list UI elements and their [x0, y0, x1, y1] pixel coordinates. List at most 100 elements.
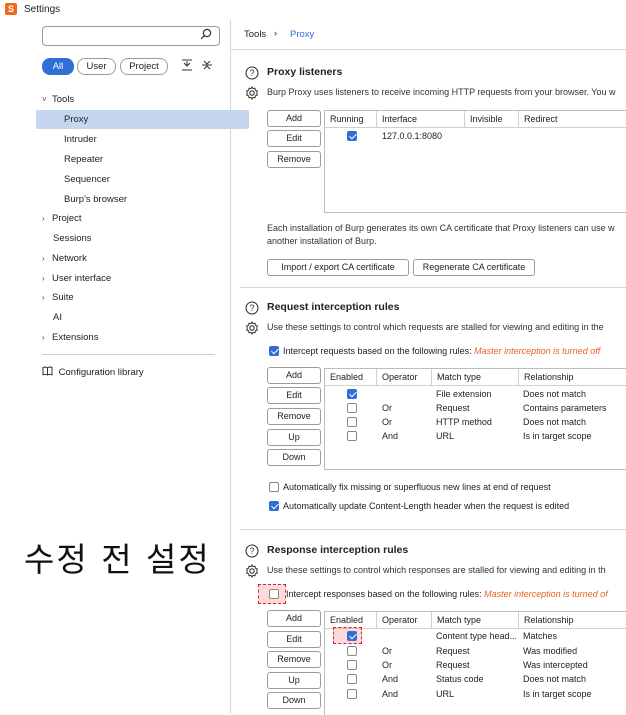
import-export-ca-button[interactable]: Import / export CA certificate [267, 259, 409, 276]
table-cell-relationship: Does not match [523, 674, 587, 684]
proxy-listeners-title: Proxy listeners [267, 66, 343, 78]
edit-listener-button[interactable]: Edit [267, 130, 321, 147]
title-bar [0, 0, 626, 20]
chevron-right-icon: › [42, 333, 45, 342]
breadcrumb-tools[interactable]: Tools [244, 29, 266, 40]
filter-all-button[interactable]: All [42, 58, 74, 75]
column-header[interactable]: Interface [377, 111, 464, 127]
auto-update-content-length-checkbox[interactable] [269, 501, 279, 511]
search-input[interactable] [42, 26, 220, 46]
breadcrumb-proxy[interactable]: Proxy [290, 29, 314, 40]
collapse-all-icon[interactable] [200, 58, 214, 72]
table-cell-operator: Or [382, 417, 392, 427]
section-divider [240, 287, 626, 288]
sidebar-item-suite[interactable]: › Suite [36, 288, 227, 307]
table-cell-operator: And [382, 689, 399, 699]
gear-icon[interactable] [245, 86, 259, 100]
table-cell-match-type: HTTP method [436, 417, 492, 427]
response-rules-title: Response interception rules [267, 544, 409, 556]
column-header[interactable]: Invisible [465, 111, 518, 127]
search-icon[interactable] [200, 28, 212, 40]
filter-project-button[interactable]: Project [120, 58, 168, 75]
help-icon[interactable]: ? [245, 66, 259, 80]
table-cell-operator: And [382, 431, 399, 441]
move-up-button[interactable]: Up [267, 429, 321, 446]
edit-rule-button[interactable]: Edit [267, 631, 321, 648]
help-icon[interactable]: ? [245, 544, 259, 558]
add-listener-button[interactable]: Add [267, 110, 321, 127]
sidebar-item-project[interactable]: › Project [36, 209, 227, 228]
enabled-checkbox[interactable] [347, 389, 357, 399]
enabled-checkbox[interactable] [347, 674, 357, 684]
enabled-checkbox[interactable] [347, 646, 357, 656]
table-cell-relationship: Contains parameters [523, 403, 607, 413]
gear-icon[interactable] [245, 321, 259, 335]
sidebar-item-label: Project [52, 213, 82, 224]
move-down-button[interactable]: Down [267, 692, 321, 709]
enabled-checkbox[interactable] [347, 403, 357, 413]
enabled-checkbox[interactable] [347, 660, 357, 670]
chevron-down-icon: ˅ [42, 95, 47, 104]
column-header[interactable]: Redirect [519, 111, 626, 127]
sidebar-item-sessions[interactable]: Sessions [36, 229, 238, 248]
column-header[interactable]: Running [325, 111, 376, 127]
remove-rule-button[interactable]: Remove [267, 651, 321, 668]
remove-listener-button[interactable]: Remove [267, 151, 321, 168]
expand-all-icon[interactable] [180, 58, 194, 72]
section-divider [240, 529, 626, 530]
remove-rule-button[interactable]: Remove [267, 408, 321, 425]
add-rule-button[interactable]: Add [267, 367, 321, 384]
column-header[interactable]: Operator [377, 612, 431, 628]
sidebar-item-intruder[interactable]: Intruder [36, 130, 249, 149]
sidebar-item-network[interactable]: › Network [36, 249, 227, 268]
window-title: Settings [24, 4, 61, 15]
move-down-button[interactable]: Down [267, 449, 321, 466]
request-rules-title: Request interception rules [267, 301, 400, 313]
column-header[interactable]: Match type [432, 612, 518, 628]
regenerate-ca-button[interactable]: Regenerate CA certificate [413, 259, 535, 276]
configuration-library-link[interactable]: Configuration library [42, 366, 144, 378]
column-header[interactable]: Relationship [519, 369, 626, 385]
edit-rule-button[interactable]: Edit [267, 387, 321, 404]
enabled-checkbox[interactable] [347, 631, 357, 641]
help-icon[interactable]: ? [245, 301, 259, 315]
response-rules-description: Use these settings to control which resp… [267, 565, 606, 575]
sidebar-item-sequencer[interactable]: Sequencer [36, 170, 249, 189]
enabled-checkbox[interactable] [347, 431, 357, 441]
sidebar-item-extensions[interactable]: › Extensions [36, 328, 227, 347]
enabled-checkbox[interactable] [347, 689, 357, 699]
intercept-responses-checkbox[interactable] [269, 589, 279, 599]
sidebar-item-label: User interface [52, 273, 112, 284]
column-header[interactable]: Enabled [325, 369, 376, 385]
ca-description-line2: another installation of Burp. [267, 236, 377, 246]
sidebar-item-proxy[interactable]: Proxy [36, 110, 249, 129]
enabled-checkbox[interactable] [347, 417, 357, 427]
column-header[interactable]: Enabled [325, 612, 376, 628]
annotation-caption: 수정 전 설정 [24, 540, 211, 579]
sidebar-item-ai[interactable]: AI [36, 308, 238, 327]
svg-text:?: ? [249, 546, 254, 556]
sidebar-item-label: Intruder [64, 134, 97, 145]
table-cell-match-type: URL [436, 431, 455, 441]
sidebar-item-user-interface[interactable]: › User interface [36, 269, 227, 288]
intercept-requests-checkbox[interactable] [269, 346, 279, 356]
intercept-responses-label: Intercept responses based on the followi… [286, 589, 608, 599]
sidebar-item-burps-browser[interactable]: Burp's browser [36, 190, 249, 209]
column-header[interactable]: Operator [377, 369, 431, 385]
column-header[interactable]: Relationship [519, 612, 626, 628]
gear-icon[interactable] [245, 564, 259, 578]
proxy-listeners-table: Running Interface Invisible Redirect 127… [324, 110, 626, 213]
running-checkbox[interactable] [347, 131, 357, 141]
move-up-button[interactable]: Up [267, 672, 321, 689]
add-rule-button[interactable]: Add [267, 610, 321, 627]
svg-text:?: ? [249, 68, 254, 78]
chevron-right-icon: › [42, 274, 45, 283]
sidebar-item-label: Proxy [64, 114, 89, 125]
chevron-right-icon: › [42, 214, 45, 223]
auto-fix-newlines-checkbox[interactable] [269, 482, 279, 492]
sidebar-item-tools[interactable]: ˅ Tools [36, 90, 227, 109]
filter-user-button[interactable]: User [77, 58, 116, 75]
ca-description-line1: Each installation of Burp generates its … [267, 223, 615, 233]
column-header[interactable]: Match type [432, 369, 518, 385]
sidebar-item-repeater[interactable]: Repeater [36, 150, 249, 169]
